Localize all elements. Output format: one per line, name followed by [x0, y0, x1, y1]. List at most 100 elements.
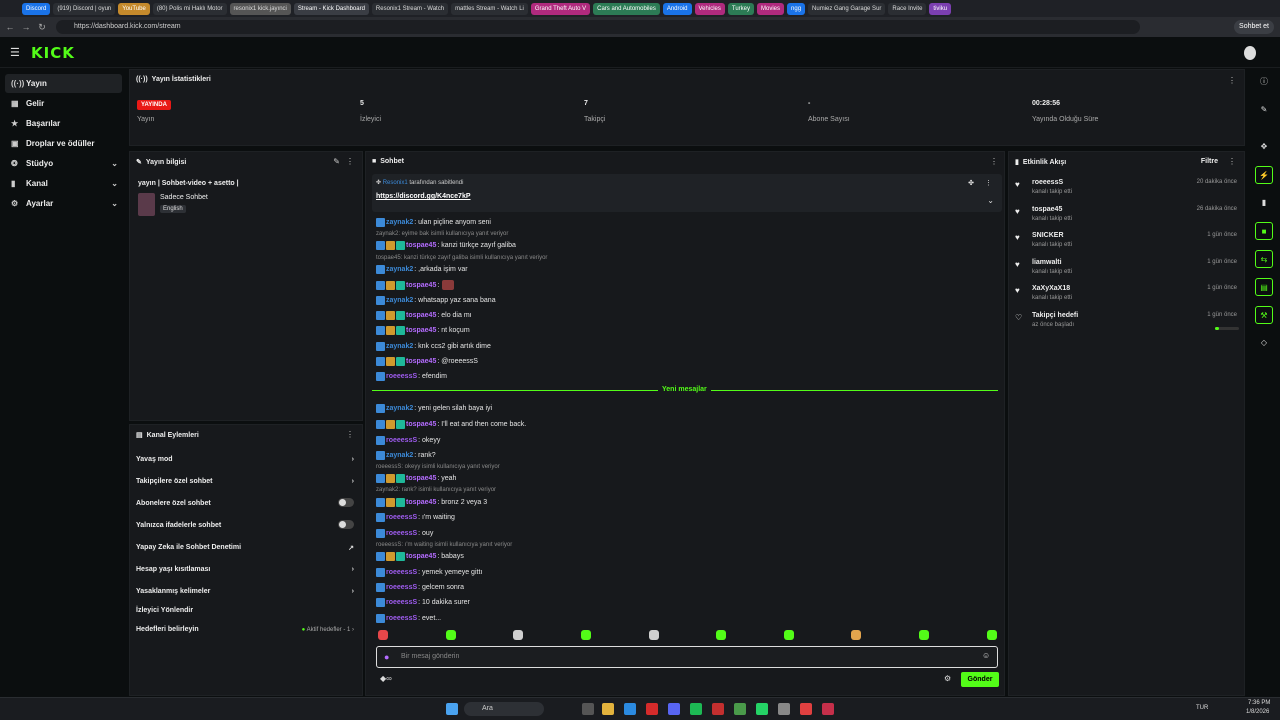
chat-username[interactable]: roeeessS	[386, 569, 417, 576]
chat-username[interactable]: zaynak2	[386, 266, 413, 273]
action-account-age[interactable]: Hesap yaşı kısıtlaması ›	[136, 566, 358, 573]
tab-polis[interactable]: (80) Polis mi Haklı Motor	[152, 2, 227, 15]
event-name[interactable]: Takipçi hedefi	[1032, 312, 1078, 319]
chevron-down-icon[interactable]: ⌄	[987, 196, 994, 205]
kick-logo[interactable]: KICK	[31, 44, 75, 62]
clock-time[interactable]: 7:36 PM	[1248, 700, 1270, 706]
more-options-icon[interactable]: ⋮	[1228, 76, 1236, 85]
app-icon[interactable]	[822, 703, 834, 715]
unpin-icon[interactable]: ✤	[968, 179, 974, 187]
tab-resonix-stream[interactable]: Resonix1 Stream - Watch	[371, 2, 449, 15]
action-set-goals[interactable]: Hedefleri belirleyin ● Aktif hedefler - 1…	[136, 626, 358, 633]
event-name[interactable]: tospae45	[1032, 206, 1062, 213]
tab-numiez[interactable]: Numiez Gang Garage Sur	[808, 2, 886, 15]
pencil-icon[interactable]: ✎	[1255, 101, 1273, 119]
tool-icon[interactable]: ⚒	[1255, 306, 1273, 324]
chat-username[interactable]: roeeessS	[386, 599, 417, 606]
gear-icon[interactable]: ⚙	[944, 674, 951, 683]
opera-icon[interactable]	[646, 703, 658, 715]
avatar[interactable]	[1244, 46, 1256, 60]
emote-icon[interactable]	[649, 630, 659, 640]
tab-group-turkey[interactable]: Turkey	[727, 2, 754, 15]
bolt-icon[interactable]: ⚡	[1255, 166, 1273, 184]
chat-username[interactable]: tospae45	[406, 475, 436, 482]
emote-icon[interactable]	[919, 630, 929, 640]
url-input[interactable]: https://dashboard.kick.com/stream	[56, 20, 1140, 34]
emote-icon[interactable]	[851, 630, 861, 640]
emote-icon[interactable]	[581, 630, 591, 640]
tab-group-tiviku[interactable]: tiviku	[929, 2, 952, 15]
steam-icon[interactable]	[778, 703, 790, 715]
sidebar-item-basarilar[interactable]: ★ Başarılar	[5, 114, 122, 133]
info-icon[interactable]: ⓘ	[1255, 73, 1273, 91]
filter-button[interactable]: Filtre	[1201, 158, 1218, 165]
more-options-icon[interactable]: ⋮	[1228, 157, 1236, 166]
chat-username[interactable]: roeeessS	[386, 530, 417, 537]
tab-kick-dashboard[interactable]: Stream - Kick Dashboard	[293, 2, 369, 15]
tab-group-android[interactable]: Android	[662, 2, 692, 15]
more-options-icon[interactable]: ⋮	[990, 157, 998, 166]
layout-icon[interactable]: ▤	[1255, 278, 1273, 296]
points-icon[interactable]: ◆∞	[380, 674, 392, 683]
share-icon[interactable]: ◇	[1255, 334, 1273, 352]
chat-username[interactable]: zaynak2	[386, 297, 413, 304]
menu-icon[interactable]: ☰	[10, 46, 20, 59]
card-icon[interactable]: ▮	[1255, 194, 1273, 212]
chat-username[interactable]: roeeessS	[386, 514, 417, 521]
broadcast-icon[interactable]: ⇆	[1255, 250, 1273, 268]
chat-username[interactable]: tospae45	[406, 499, 436, 506]
chat-input[interactable]: Bir mesaj gönderin	[376, 646, 998, 668]
app-icon[interactable]	[712, 703, 724, 715]
action-ai-moderation[interactable]: Yapay Zeka ile Sohbet Denetimi ↗	[136, 544, 358, 552]
chat-username[interactable]: zaynak2	[386, 219, 413, 226]
action-slow-mode[interactable]: Yavaş mod ›	[136, 456, 358, 463]
action-host[interactable]: İzleyici Yönlendir	[136, 607, 358, 614]
taskbar-search[interactable]: Ara	[464, 702, 544, 716]
tab-resonix-kick[interactable]: resonix1 kick.jayınci	[229, 2, 291, 15]
chat-username[interactable]: tospae45	[406, 553, 436, 560]
tab-discord[interactable]: Discord	[22, 2, 51, 15]
chrome-icon[interactable]	[734, 703, 746, 715]
forward-icon[interactable]: →	[20, 21, 32, 33]
tab-group-movies[interactable]: Movies	[757, 2, 785, 15]
chat-username[interactable]: roeeessS	[386, 584, 417, 591]
chat-username[interactable]: tospae45	[406, 242, 436, 249]
event-name[interactable]: liamwalti	[1032, 259, 1062, 266]
action-banned-words[interactable]: Yasaklanmış kelimeler ›	[136, 588, 358, 595]
sidebar-item-kanal[interactable]: ▮ Kanal ⌄	[5, 174, 122, 193]
emote-icon[interactable]	[784, 630, 794, 640]
emoji-picker-icon[interactable]: ☺	[982, 651, 990, 660]
task-view-icon[interactable]	[582, 703, 594, 715]
tab-group-cars[interactable]: Cars and Automobiles	[593, 2, 660, 15]
back-icon[interactable]: ←	[4, 21, 16, 33]
mic-icon[interactable]: ●	[384, 652, 389, 662]
event-name[interactable]: roeeessS	[1032, 179, 1063, 186]
tab-mattles-stream[interactable]: mattles Stream - Watch Li	[451, 2, 528, 15]
chat-username[interactable]: roeeessS	[386, 437, 417, 444]
emote-icon[interactable]	[513, 630, 523, 640]
tab-discord-oyun[interactable]: (919) Discord | oyun	[53, 2, 116, 15]
subscribers-only-toggle[interactable]	[338, 498, 354, 509]
chat-bubble-icon[interactable]: ■	[1255, 222, 1273, 240]
chat-username[interactable]: zaynak2	[386, 452, 413, 459]
emote-icon[interactable]	[378, 630, 388, 640]
sidebar-item-gelir[interactable]: ▦ Gelir	[5, 94, 122, 113]
sidebar-item-droplar[interactable]: ▣ Droplar ve ödüller	[5, 134, 122, 153]
app-icon[interactable]	[800, 703, 812, 715]
sidebar-item-yayin[interactable]: ((·)) Yayın	[5, 74, 122, 93]
chat-username[interactable]: roeeessS	[386, 615, 417, 622]
chat-username[interactable]: tospae45	[406, 358, 436, 365]
tab-group-vehicles[interactable]: Vehicles	[694, 2, 725, 15]
chat-username[interactable]: zaynak2	[386, 405, 413, 412]
chat-username[interactable]: tospae45	[406, 282, 436, 289]
whatsapp-icon[interactable]	[756, 703, 768, 715]
chat-username[interactable]: tospae45	[406, 327, 436, 334]
action-followers-only[interactable]: Takipçilere özel sohbet ›	[136, 478, 358, 485]
event-name[interactable]: SNICKER	[1032, 232, 1064, 239]
chat-username[interactable]: roeeessS	[386, 373, 417, 380]
language-indicator[interactable]: TUR	[1196, 705, 1208, 711]
tab-group-gta[interactable]: Grand Theft Auto V	[530, 2, 591, 15]
more-options-icon[interactable]: ⋮	[346, 430, 354, 439]
sidebar-item-ayarlar[interactable]: ⚙ Ayarlar ⌄	[5, 194, 122, 213]
spotify-icon[interactable]	[690, 703, 702, 715]
